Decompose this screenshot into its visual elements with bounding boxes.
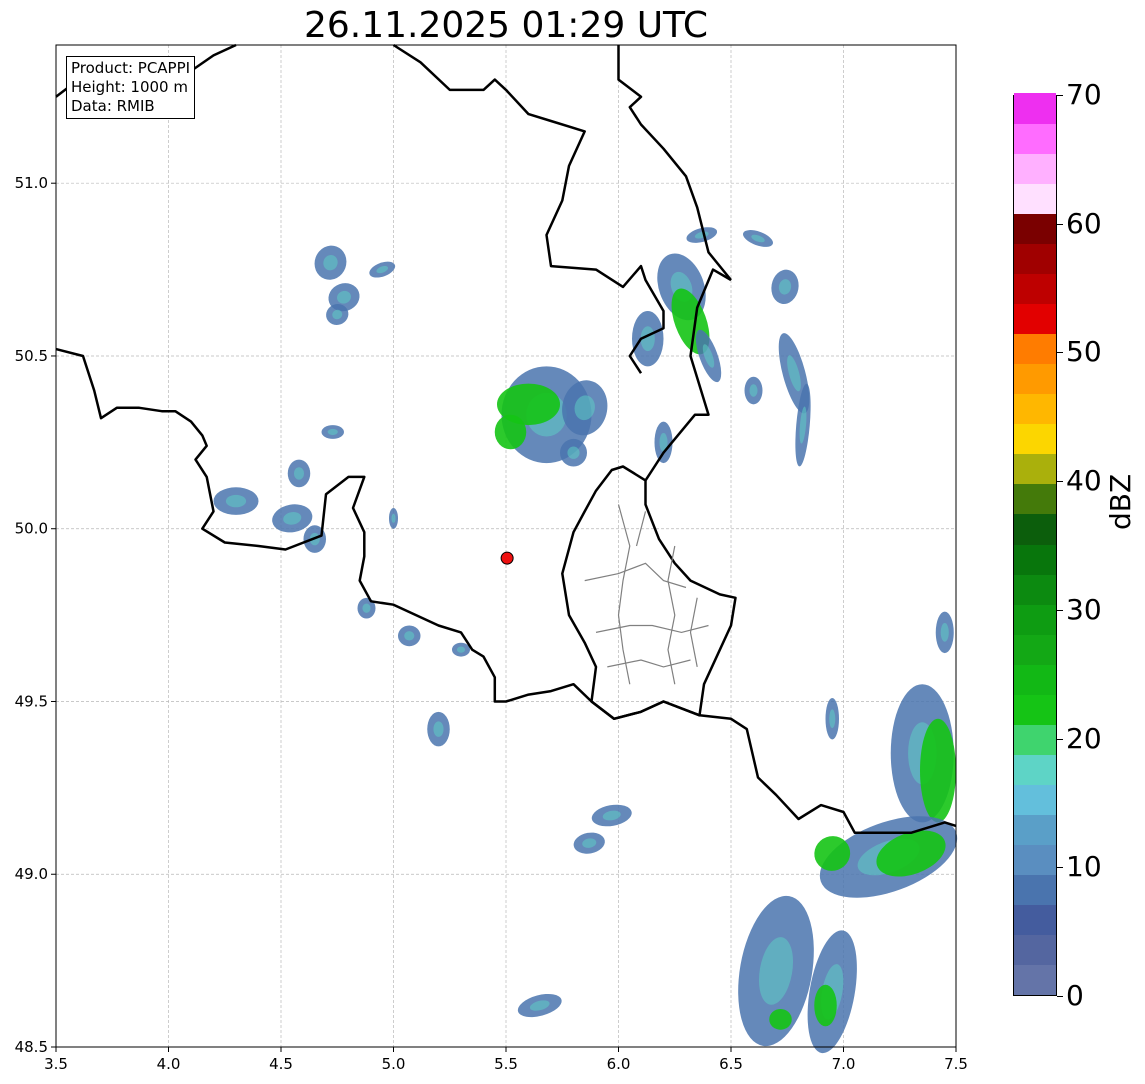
colorbar-tick-mark	[1057, 867, 1063, 869]
colorbar-tick-mark	[1057, 223, 1063, 225]
echo-cell-core	[940, 623, 949, 642]
colorbar-tick-label: 30	[1066, 592, 1102, 626]
x-tick-label: 4.5	[269, 1055, 293, 1073]
colorbar-segment	[1014, 603, 1056, 635]
colorbar-tick-label: 40	[1066, 464, 1102, 498]
radar-echoes	[213, 227, 958, 1054]
grid-lines	[55, 45, 957, 1048]
colorbar-segment	[1014, 874, 1056, 905]
colorbar-segment	[1014, 634, 1056, 665]
echo-cell-moderate	[920, 718, 956, 823]
colorbar-tick-label: 60	[1066, 206, 1102, 240]
country-border	[392, 43, 665, 374]
echo-cell-moderate	[494, 414, 527, 450]
x-tick-label: 5.0	[382, 1055, 406, 1073]
district-borders	[584, 504, 709, 685]
colorbar-segment	[1014, 183, 1056, 215]
data-source-label: Data: RMIB	[71, 97, 155, 115]
product-label: Product: PCAPPI	[71, 59, 191, 77]
colorbar-segment	[1014, 93, 1056, 125]
echo-cell-core	[362, 603, 371, 613]
colorbar-segment	[1014, 303, 1056, 335]
radar-site-marker	[500, 551, 514, 565]
colorbar-segment	[1014, 694, 1056, 725]
echo-cell-core	[327, 428, 338, 436]
colorbar	[1013, 93, 1057, 996]
y-tick-label: 50.5	[15, 347, 48, 365]
radar-map: 3.5 4.0 4.5 5.0 5.5 6.0 6.5 7.0 7.5 48.5 49.0 49.5…	[15, 43, 968, 1073]
y-tick-label: 51.0	[15, 174, 48, 192]
height-label: Height: 1000 m	[71, 78, 188, 96]
echo-cell-core	[391, 513, 396, 524]
colorbar-segment	[1014, 213, 1056, 245]
colorbar-segment	[1014, 724, 1056, 755]
colorbar-segment	[1014, 363, 1056, 395]
x-tick-label: 6.5	[719, 1055, 743, 1073]
x-tick-label: 6.0	[607, 1055, 631, 1073]
colorbar-segment	[1014, 273, 1056, 305]
colorbar-segment	[1014, 243, 1056, 275]
colorbar-segment	[1014, 844, 1056, 875]
product-info-box: Product: PCAPPI Height: 1000 m Data: RMI…	[66, 56, 196, 119]
country-border	[617, 45, 732, 281]
district-border	[689, 597, 698, 668]
colorbar-segment	[1014, 754, 1056, 785]
echo-cell-core	[225, 494, 247, 508]
colorbar-tick-mark	[1057, 609, 1063, 611]
x-axis-ticks: 3.5 4.0 4.5 5.0 5.5 6.0 6.5 7.0 7.5	[44, 1047, 968, 1073]
colorbar-unit-label: dBZ	[1104, 473, 1137, 530]
y-tick-label: 49.0	[15, 865, 48, 883]
colorbar-segment	[1014, 964, 1056, 995]
district-border	[617, 504, 631, 685]
colorbar-segment	[1014, 664, 1056, 695]
echo-cell-moderate	[814, 984, 837, 1027]
colorbar-segment	[1014, 784, 1056, 815]
colorbar-tick-label: 70	[1066, 78, 1102, 111]
y-axis-ticks: 48.5 49.0 49.5 50.0 50.5 51.0	[15, 174, 56, 1056]
colorbar-segment	[1014, 123, 1056, 155]
colorbar-segment	[1014, 814, 1056, 845]
echo-cell-core	[293, 467, 305, 480]
colorbar-tick-label: 20	[1066, 721, 1102, 755]
colorbar-segment	[1014, 513, 1056, 545]
district-border	[667, 545, 676, 685]
y-tick-label: 49.5	[15, 692, 48, 710]
echo-cell-core	[433, 721, 444, 737]
colorbar-tick-mark	[1057, 95, 1063, 96]
colorbar-segment	[1014, 423, 1056, 455]
echo-cell-core	[404, 631, 415, 641]
echo-cell-core	[749, 384, 758, 397]
colorbar-segment	[1014, 153, 1056, 185]
colorbar-segment	[1014, 483, 1056, 515]
colorbar-segment	[1014, 904, 1056, 935]
x-tick-label: 5.5	[494, 1055, 518, 1073]
colorbar-segment	[1014, 333, 1056, 365]
colorbar-segment	[1014, 453, 1056, 485]
x-tick-label: 7.5	[944, 1055, 968, 1073]
x-tick-label: 7.0	[832, 1055, 856, 1073]
x-tick-label: 3.5	[44, 1055, 68, 1073]
colorbar-tick-mark	[1057, 738, 1063, 740]
colorbar-tick-label: 0	[1066, 979, 1084, 1012]
echo-cell-core	[456, 646, 466, 653]
y-tick-label: 48.5	[15, 1038, 48, 1056]
colorbar-tick-label: 10	[1066, 850, 1102, 884]
y-tick-label: 50.0	[15, 520, 48, 538]
colorbar-tick-label: 50	[1066, 335, 1102, 369]
x-tick-label: 4.0	[157, 1055, 181, 1073]
colorbar-segment	[1014, 543, 1056, 575]
colorbar-segment	[1014, 393, 1056, 425]
district-border	[607, 659, 691, 668]
colorbar-tick-mark	[1057, 996, 1063, 997]
echo-cell-core	[829, 709, 836, 729]
colorbar-tick-mark	[1057, 481, 1063, 483]
colorbar-segment	[1014, 934, 1056, 965]
colorbar-tick-mark	[1057, 352, 1063, 354]
colorbar-segment	[1014, 573, 1056, 605]
echo-cell-moderate	[769, 1008, 792, 1030]
echo-cell-core	[567, 446, 580, 459]
